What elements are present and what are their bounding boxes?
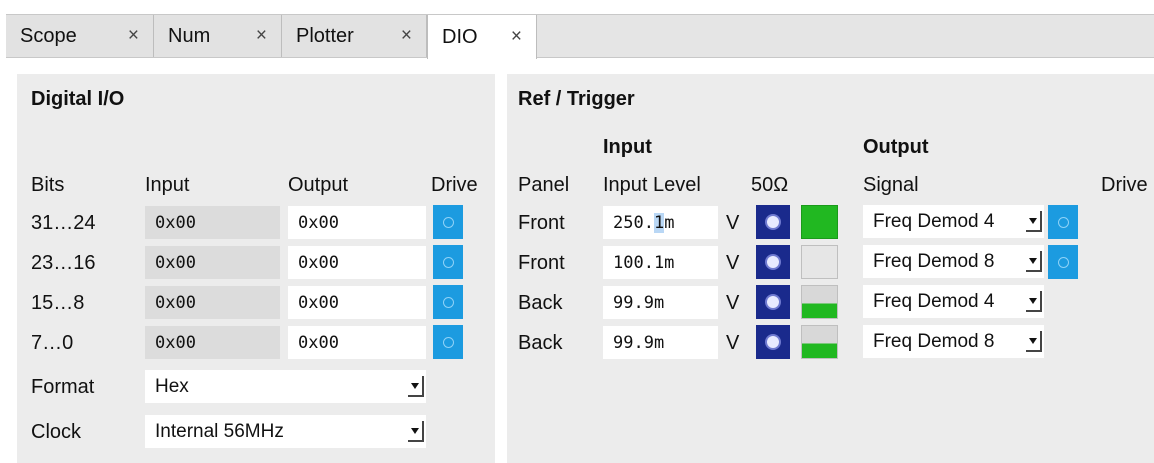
drive-toggle-icon: [442, 216, 454, 228]
panel-title: Ref / Trigger: [518, 88, 635, 110]
tab-plotter[interactable]: Plotter ×: [282, 15, 427, 57]
trigger-led-indicator: [801, 325, 838, 359]
close-icon[interactable]: ×: [256, 25, 267, 47]
drive-button[interactable]: [433, 245, 463, 279]
bits-label: 7…0: [31, 332, 74, 354]
tab-label: Scope: [20, 24, 77, 47]
drive-toggle-icon: [442, 336, 454, 348]
input-value: 0x00: [145, 326, 280, 359]
tab-scope[interactable]: Scope ×: [6, 15, 154, 57]
signal-value: Freq Demod 8: [873, 330, 995, 352]
radio-dot-icon: [767, 256, 779, 268]
input-group-heading: Input: [603, 136, 652, 158]
bits-label: 15…8: [31, 292, 85, 314]
dropdown-arrow-icon[interactable]: [1026, 331, 1042, 352]
drive-button[interactable]: [433, 325, 463, 359]
trigger-led-indicator: [801, 285, 838, 319]
50-ohm-toggle[interactable]: [756, 245, 790, 279]
drive-button[interactable]: [433, 205, 463, 239]
panel-label: Back: [518, 292, 563, 314]
input-value: 0x00: [145, 246, 280, 279]
trigger-led-indicator: [801, 245, 838, 279]
ref-trigger-panel: Ref / Trigger Input Output Panel Input L…: [507, 74, 1154, 463]
dropdown-arrow-icon[interactable]: [1026, 291, 1042, 312]
signal-select[interactable]: Freq Demod 8: [863, 325, 1044, 358]
signal-select[interactable]: Freq Demod 4: [863, 285, 1044, 318]
output-field[interactable]: 0x00: [288, 206, 426, 239]
unit-label: V: [726, 212, 740, 234]
digital-io-panel: Digital I/O Bits Input Output Drive 31…2…: [17, 74, 495, 463]
drive-toggle-icon: [442, 256, 454, 268]
50-ohm-toggle[interactable]: [756, 205, 790, 239]
panel-label: Front: [518, 252, 565, 274]
signal-select[interactable]: Freq Demod 8: [863, 245, 1044, 278]
tab-dio[interactable]: DIO ×: [427, 15, 537, 59]
output-field[interactable]: 0x00: [288, 246, 426, 279]
bits-label: 23…16: [31, 252, 96, 274]
text-cursor-selection: 1: [653, 212, 665, 233]
dropdown-arrow-icon[interactable]: [408, 421, 424, 442]
radio-dot-icon: [767, 296, 779, 308]
column-header-50-ohm: 50Ω: [751, 174, 789, 196]
column-header-panel: Panel: [518, 174, 570, 196]
50-ohm-toggle[interactable]: [756, 325, 790, 359]
tab-label: DIO: [442, 25, 478, 48]
column-header-bits: Bits: [31, 174, 65, 196]
clock-label: Clock: [31, 421, 82, 443]
drive-button[interactable]: [1048, 205, 1078, 239]
column-header-output: Output: [288, 174, 349, 196]
clock-select[interactable]: Internal 56MHz: [145, 415, 426, 448]
column-header-drive: Drive: [431, 174, 478, 196]
column-header-input-level: Input Level: [603, 174, 701, 196]
radio-dot-icon: [767, 336, 779, 348]
column-header-input: Input: [145, 174, 190, 196]
signal-select[interactable]: Freq Demod 4: [863, 205, 1044, 238]
column-header-signal: Signal: [863, 174, 919, 196]
drive-toggle-icon: [442, 296, 454, 308]
drive-toggle-icon: [1057, 216, 1069, 228]
close-icon[interactable]: ×: [401, 25, 412, 47]
tab-bar: Scope × Num × Plotter × DIO ×: [6, 14, 1154, 59]
radio-dot-icon: [767, 216, 779, 228]
panel-label: Front: [518, 212, 565, 234]
input-level-field[interactable]: 99.9m: [603, 286, 718, 319]
input-level-field[interactable]: 100.1m: [603, 246, 718, 279]
close-icon[interactable]: ×: [128, 25, 139, 47]
format-select[interactable]: Hex: [145, 370, 426, 403]
unit-label: V: [726, 292, 740, 314]
bits-label: 31…24: [31, 212, 96, 234]
tab-label: Plotter: [296, 24, 354, 47]
signal-value: Freq Demod 4: [873, 210, 995, 232]
drive-button[interactable]: [1048, 245, 1078, 279]
input-level-field[interactable]: 250. 1 m: [603, 206, 718, 239]
format-label: Format: [31, 376, 95, 398]
tab-num[interactable]: Num ×: [154, 15, 282, 57]
input-level-field[interactable]: 99.9m: [603, 326, 718, 359]
close-icon[interactable]: ×: [511, 26, 522, 48]
signal-value: Freq Demod 4: [873, 290, 995, 312]
level-text-suffix: m: [664, 212, 675, 233]
format-value: Hex: [155, 375, 189, 397]
column-header-drive: Drive: [1101, 174, 1148, 196]
dropdown-arrow-icon[interactable]: [1026, 211, 1042, 232]
trigger-led-indicator: [801, 205, 838, 239]
drive-button[interactable]: [433, 285, 463, 319]
input-value: 0x00: [145, 206, 280, 239]
drive-toggle-icon: [1057, 256, 1069, 268]
clock-value: Internal 56MHz: [155, 420, 284, 442]
panel-title: Digital I/O: [31, 88, 125, 110]
output-group-heading: Output: [863, 136, 929, 158]
input-value: 0x00: [145, 286, 280, 319]
panel-label: Back: [518, 332, 563, 354]
output-field[interactable]: 0x00: [288, 286, 426, 319]
unit-label: V: [726, 252, 740, 274]
level-text: 250.: [613, 212, 654, 233]
output-field[interactable]: 0x00: [288, 326, 426, 359]
dropdown-arrow-icon[interactable]: [1026, 251, 1042, 272]
50-ohm-toggle[interactable]: [756, 285, 790, 319]
dropdown-arrow-icon[interactable]: [408, 376, 424, 397]
signal-value: Freq Demod 8: [873, 250, 995, 272]
tab-label: Num: [168, 24, 211, 47]
unit-label: V: [726, 332, 740, 354]
